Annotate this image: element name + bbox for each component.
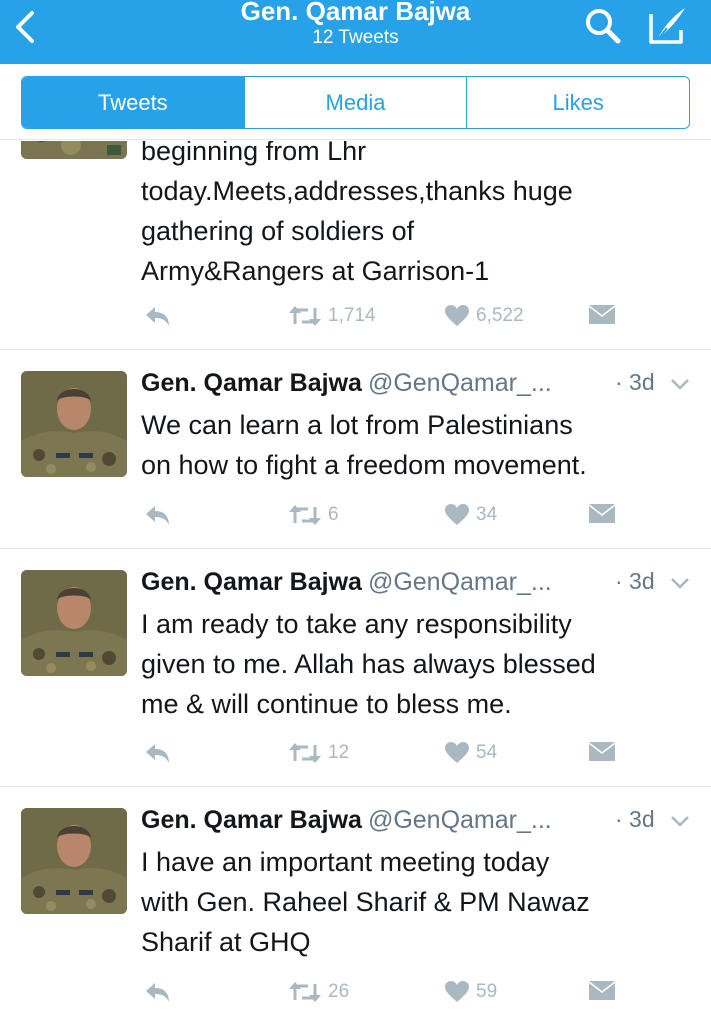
retweet-button[interactable]: 26 xyxy=(288,980,349,1004)
chevron-down-icon[interactable] xyxy=(669,810,691,832)
avatar[interactable] xyxy=(21,371,127,477)
tweet-actions: 12 54 xyxy=(0,741,711,771)
author-name[interactable]: Gen. Qamar Bajwa xyxy=(141,806,362,834)
retweet-button[interactable]: 12 xyxy=(288,741,349,765)
tweet-actions: 26 59 xyxy=(0,980,711,1010)
dm-button[interactable] xyxy=(588,741,616,763)
tweet-actions: 6 34 xyxy=(0,503,711,533)
envelope-icon xyxy=(589,981,615,1000)
envelope-icon xyxy=(589,742,615,761)
heart-icon xyxy=(445,981,469,1002)
envelope-icon xyxy=(589,305,615,324)
tweet-card[interactable]: Gen. Qamar Bajwa @GenQamar_... · 3d I hav… xyxy=(0,787,711,1023)
tweet-actions: 1,714 6,522 xyxy=(0,304,711,334)
reply-icon xyxy=(146,506,169,525)
tweet-time: · 3d xyxy=(615,369,655,395)
reply-button[interactable] xyxy=(142,304,172,330)
tab-tweets[interactable]: Tweets xyxy=(22,77,244,128)
chevron-down-icon[interactable] xyxy=(669,572,691,594)
tweet-text: beginning from Lhr today.Meets,addresses… xyxy=(141,141,573,286)
retweet-icon xyxy=(289,505,321,525)
tweet-text: I am ready to take any responsibility gi… xyxy=(141,609,596,719)
search-button[interactable] xyxy=(583,6,623,46)
author-handle: @GenQamar_... xyxy=(367,369,552,397)
heart-icon xyxy=(445,504,469,525)
tweet-time: · 3d xyxy=(615,806,655,832)
dm-button[interactable] xyxy=(588,980,616,1002)
author-handle: @GenQamar_... xyxy=(367,806,552,834)
like-button[interactable]: 6,522 xyxy=(444,304,524,328)
retweet-icon xyxy=(289,743,321,763)
reply-icon xyxy=(146,744,169,763)
author-name[interactable]: Gen. Qamar Bajwa xyxy=(141,369,362,397)
reply-button[interactable] xyxy=(142,741,172,767)
reply-button[interactable] xyxy=(142,503,172,529)
search-icon xyxy=(586,9,621,44)
tweet-card[interactable]: Gen. Qamar Bajwa @GenQamar_... · 3d I am … xyxy=(0,549,711,787)
retweet-button[interactable]: 1,714 xyxy=(288,304,376,328)
author-name[interactable]: Gen. Qamar Bajwa xyxy=(141,568,362,596)
dm-button[interactable] xyxy=(588,503,616,525)
top-nav-bar: Gen. Qamar Bajwa 12 Tweets xyxy=(0,0,711,64)
compose-icon xyxy=(649,8,685,44)
tweet-card[interactable]: Gen. Qamar Bajwa @GenQamar_... · 3d We ca… xyxy=(0,350,711,549)
envelope-icon xyxy=(589,504,615,523)
compose-button[interactable] xyxy=(645,4,689,48)
avatar[interactable] xyxy=(21,808,127,914)
tweet-text: I have an important meeting today with G… xyxy=(141,847,590,957)
segmented-control: Tweets Media Likes xyxy=(21,76,690,129)
heart-icon xyxy=(445,305,469,326)
author-handle: @GenQamar_... xyxy=(367,568,552,596)
reply-icon xyxy=(146,983,169,1002)
avatar[interactable] xyxy=(21,141,127,159)
tab-likes[interactable]: Likes xyxy=(466,77,689,128)
dm-button[interactable] xyxy=(588,304,616,326)
avatar[interactable] xyxy=(21,570,127,676)
retweet-icon xyxy=(289,306,321,326)
tweet-text: We can learn a lot from Palestinians on … xyxy=(141,410,587,480)
like-button[interactable]: 34 xyxy=(444,503,497,527)
retweet-icon xyxy=(289,982,321,1002)
tweet-card[interactable]: beginning from Lhr today.Meets,addresses… xyxy=(0,141,711,350)
like-button[interactable]: 54 xyxy=(444,741,497,765)
like-button[interactable]: 59 xyxy=(444,980,497,1004)
tweet-time: · 3d xyxy=(615,568,655,594)
reply-icon xyxy=(146,307,169,326)
tweet-feed: beginning from Lhr today.Meets,addresses… xyxy=(0,141,711,1023)
retweet-button[interactable]: 6 xyxy=(288,503,339,527)
heart-icon xyxy=(445,742,469,763)
tab-media[interactable]: Media xyxy=(243,77,467,128)
reply-button[interactable] xyxy=(142,980,172,1006)
chevron-down-icon[interactable] xyxy=(669,373,691,395)
